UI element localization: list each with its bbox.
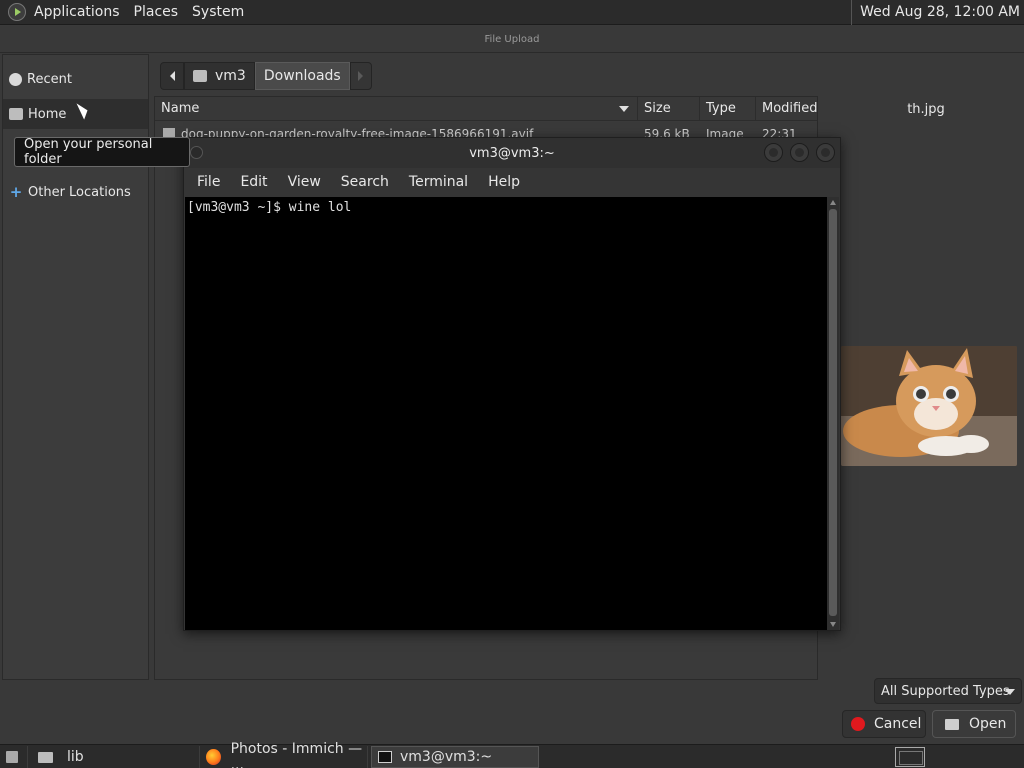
open-label: Open: [969, 716, 1007, 732]
terminal-menu-view[interactable]: View: [278, 174, 331, 190]
column-label: Name: [161, 101, 200, 116]
dialog-title: File Upload: [484, 34, 540, 45]
preview-filename: th.jpg: [907, 102, 945, 117]
sidebar-item-recent[interactable]: Recent: [3, 64, 148, 94]
dialog-divider: [0, 52, 1024, 53]
window-menu-icon[interactable]: [190, 146, 203, 159]
scroll-up-arrow-icon[interactable]: [830, 200, 836, 205]
terminal-titlebar[interactable]: vm3@vm3:~: [184, 138, 840, 168]
kitten-illustration: [841, 346, 1017, 466]
terminal-output: [vm3@vm3 ~]$ wine lol: [187, 200, 352, 215]
scrollbar-thumb[interactable]: [829, 209, 837, 616]
taskbar-item-label: vm3@vm3:~: [400, 749, 493, 765]
terminal-screen[interactable]: [vm3@vm3 ~]$ wine lol: [185, 197, 827, 630]
path-button-downloads[interactable]: Downloads: [254, 62, 350, 90]
recent-clock-icon: [9, 72, 22, 86]
path-label: vm3: [215, 68, 246, 84]
terminal-menu-terminal[interactable]: Terminal: [399, 174, 478, 190]
taskbar-item-label: Photos - Immich — ...: [230, 741, 363, 768]
top-panel: Applications Places System Wed Aug 28, 1…: [0, 0, 1024, 25]
column-header-name[interactable]: Name: [155, 97, 638, 121]
home-folder-icon: [9, 108, 23, 120]
terminal-menu-file[interactable]: File: [187, 174, 230, 190]
terminal-menu-search[interactable]: Search: [331, 174, 399, 190]
cancel-icon: [851, 717, 865, 731]
path-forward-button[interactable]: [349, 62, 372, 90]
sort-descending-icon: [619, 106, 629, 112]
clock[interactable]: Wed Aug 28, 12:00 AM: [851, 0, 1024, 25]
workspace-switcher[interactable]: [895, 747, 925, 767]
sidebar-item-label: Recent: [27, 71, 72, 87]
column-header-type[interactable]: Type: [700, 97, 756, 121]
applications-menu[interactable]: Applications: [27, 0, 127, 25]
terminal-menu-edit[interactable]: Edit: [230, 174, 277, 190]
plus-icon: +: [9, 183, 23, 201]
scroll-down-arrow-icon[interactable]: [830, 622, 836, 627]
minimize-button[interactable]: [764, 143, 783, 162]
sidebar-item-label: Other Locations: [28, 184, 131, 200]
close-button[interactable]: [816, 143, 835, 162]
open-folder-icon: [945, 718, 959, 730]
terminal-window: vm3@vm3:~ File Edit View Search Terminal…: [183, 137, 841, 631]
show-desktop-button[interactable]: [0, 746, 28, 768]
cancel-label: Cancel: [874, 716, 922, 732]
taskbar-item-terminal[interactable]: vm3@vm3:~: [371, 746, 539, 768]
path-back-button[interactable]: [160, 62, 184, 90]
terminal-menubar: File Edit View Search Terminal Help: [184, 168, 840, 196]
places-menu[interactable]: Places: [127, 0, 186, 25]
column-header-size[interactable]: Size: [638, 97, 700, 121]
terminal-scrollbar[interactable]: [827, 197, 839, 630]
terminal-menu-help[interactable]: Help: [478, 174, 530, 190]
firefox-icon: [206, 749, 221, 765]
applications-menu-icon[interactable]: [8, 3, 26, 21]
sidebar-item-other-locations[interactable]: + Other Locations: [3, 177, 148, 207]
home-tooltip: Open your personal folder: [14, 137, 190, 167]
terminal-icon: [378, 751, 392, 763]
file-type-filter-dropdown[interactable]: All Supported Types: [874, 678, 1022, 704]
cancel-button[interactable]: Cancel: [842, 710, 926, 738]
show-desktop-icon: [6, 751, 18, 763]
column-header-modified[interactable]: Modified: [756, 97, 817, 121]
terminal-title: vm3@vm3:~: [469, 145, 555, 161]
folder-icon: [38, 751, 53, 763]
top-menu: Applications Places System: [0, 0, 251, 25]
path-button-vm3[interactable]: vm3: [184, 62, 255, 90]
home-icon: [193, 70, 207, 82]
taskbar-item-firefox[interactable]: Photos - Immich — ...: [200, 741, 368, 768]
taskbar-item-lib[interactable]: lib: [32, 746, 200, 768]
taskbar-item-label: lib: [67, 749, 84, 765]
sidebar-item-home[interactable]: Home: [3, 99, 148, 129]
sidebar-item-label: Home: [28, 106, 67, 122]
open-button[interactable]: Open: [932, 710, 1016, 738]
bottom-taskbar: lib Photos - Immich — ... vm3@vm3:~: [0, 741, 1024, 768]
path-bar: vm3 Downloads: [160, 62, 372, 90]
kitten-preview-image: [841, 346, 1017, 466]
system-menu[interactable]: System: [185, 0, 251, 25]
maximize-button[interactable]: [790, 143, 809, 162]
